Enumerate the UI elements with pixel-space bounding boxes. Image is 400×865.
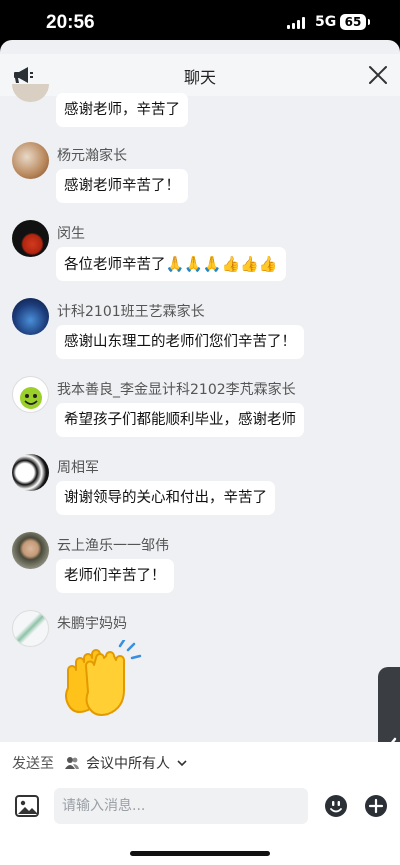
message-bubble: 感谢山东理工的老师们您们辛苦了！ bbox=[56, 325, 304, 359]
sender-name: 朱鹏宇妈妈 bbox=[57, 616, 127, 632]
avatar[interactable] bbox=[12, 454, 49, 491]
battery-icon: 65 bbox=[340, 14, 370, 30]
emoji-icon[interactable] bbox=[324, 794, 348, 818]
message-bubble: 各位老师辛苦了🙏🙏🙏👍👍👍 bbox=[56, 247, 286, 281]
person-icon bbox=[65, 757, 79, 769]
avatar[interactable] bbox=[12, 532, 49, 569]
sender-name: 周相军 bbox=[57, 460, 99, 476]
image-icon[interactable] bbox=[13, 792, 41, 820]
clapping-hands-sticker bbox=[58, 638, 146, 720]
avatar[interactable] bbox=[12, 142, 49, 179]
avatar[interactable] bbox=[12, 610, 49, 647]
sender-name: 云上渔乐一一邹伟 bbox=[57, 538, 169, 554]
status-time: 20:56 bbox=[46, 12, 95, 33]
chat-title: 聊天 bbox=[183, 68, 216, 87]
send-to-selector[interactable]: 发送至 会议中所有人 bbox=[12, 753, 188, 773]
avatar[interactable] bbox=[12, 376, 49, 413]
network-label: 5G bbox=[315, 14, 337, 30]
chat-header: 聊天 bbox=[0, 54, 400, 96]
message-text: 各位老师辛苦了 bbox=[64, 257, 166, 273]
message-bubble: 感谢老师辛苦了！ bbox=[56, 169, 188, 203]
message-emojis: 🙏🙏🙏👍👍👍 bbox=[165, 255, 278, 273]
sender-name: 计科2101班王艺霖家长 bbox=[57, 304, 205, 320]
message-bubble: 老师们辛苦了！ bbox=[56, 559, 174, 593]
message-bubble: 谢谢领导的关心和付出，辛苦了 bbox=[56, 481, 275, 515]
message-input[interactable] bbox=[54, 788, 308, 824]
message-composer: 发送至 会议中所有人 bbox=[0, 742, 400, 865]
sender-name: 我本善良_李金显计科2102李芃霖家长 bbox=[57, 382, 296, 398]
chevron-down-icon bbox=[177, 760, 187, 767]
sender-name: 闵生 bbox=[57, 226, 85, 242]
message-bubble: 希望孩子们都能顺利毕业，感谢老师 bbox=[56, 403, 304, 437]
home-indicator[interactable] bbox=[130, 851, 270, 856]
signal-icon bbox=[287, 17, 305, 29]
send-to-label: 发送至 bbox=[12, 756, 54, 772]
sender-name: 杨元瀚家长 bbox=[57, 148, 127, 164]
recipient-label: 会议中所有人 bbox=[86, 756, 170, 772]
message-bubble: 感谢老师，辛苦了 bbox=[56, 93, 188, 127]
avatar[interactable] bbox=[12, 220, 49, 257]
plus-icon[interactable] bbox=[364, 794, 388, 818]
close-icon[interactable] bbox=[366, 63, 390, 87]
avatar[interactable] bbox=[12, 298, 49, 335]
